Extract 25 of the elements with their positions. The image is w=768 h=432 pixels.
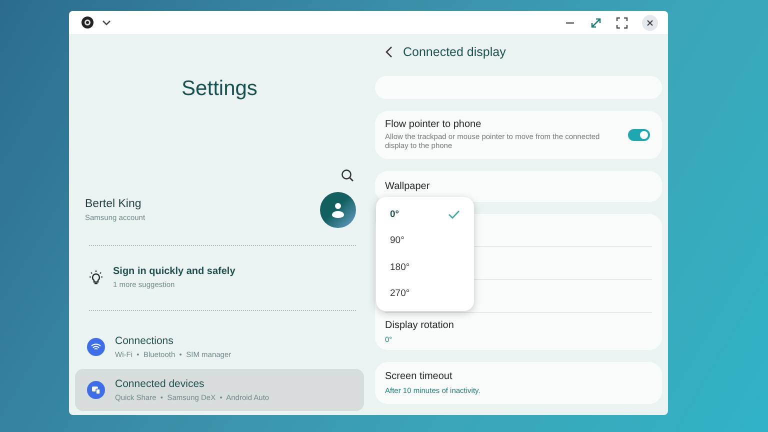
menu-option[interactable]: 270° [376,280,474,307]
setting-title: Flow pointer to phone [385,119,482,130]
app-icon[interactable] [81,16,94,29]
fullscreen-icon[interactable] [616,16,628,28]
chevron-down-icon[interactable] [102,20,111,26]
profile-name: Bertel King [85,198,142,210]
back-icon[interactable] [385,46,393,58]
check-icon [448,210,460,219]
setting-title[interactable]: Screen timeout [385,371,652,382]
setting-title[interactable]: Display rotation [385,320,652,330]
settings-title: Settings [180,77,258,101]
lightbulb-icon [88,270,104,286]
avatar-icon[interactable] [320,192,356,228]
devices-icon [87,381,105,399]
setting-title[interactable]: Wallpaper [385,181,430,192]
page-title: Connected display [403,45,506,59]
search-icon[interactable] [341,169,354,182]
expand-icon[interactable] [590,16,602,28]
toggle-switch[interactable] [628,129,650,141]
close-icon[interactable] [642,14,658,30]
menu-option[interactable]: 180° [376,254,474,280]
suggestion-title[interactable]: Sign in quickly and safely [113,266,236,277]
wifi-icon [87,338,105,356]
menu-option[interactable]: 90° [376,228,474,254]
menu-option[interactable]: 0° [376,201,474,228]
